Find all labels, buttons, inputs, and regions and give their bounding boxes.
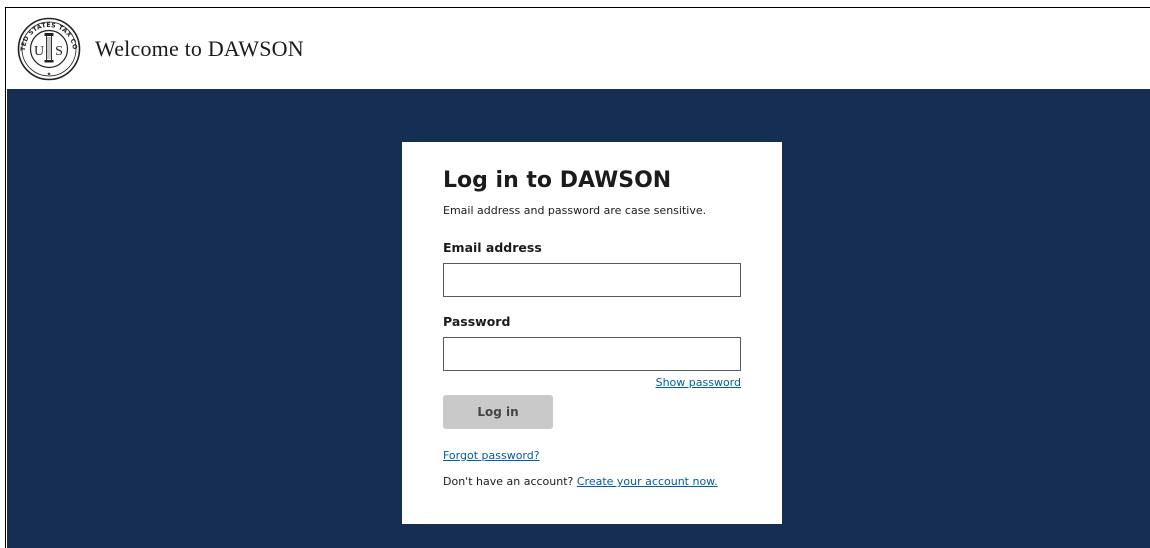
show-password-link[interactable]: Show password: [656, 376, 741, 389]
app-window: UNITED STATES TAX COURT U S ★ Welcome to…: [5, 7, 1150, 548]
login-heading: Log in to DAWSON: [443, 168, 672, 193]
signup-row: Don't have an account? Create your accou…: [443, 475, 741, 488]
app-title: Welcome to DAWSON: [95, 36, 304, 61]
login-page-background: Log in to DAWSON Email address and passw…: [7, 89, 1150, 548]
login-card: Log in to DAWSON Email address and passw…: [402, 142, 782, 524]
create-account-link[interactable]: Create your account now.: [577, 475, 718, 488]
email-label: Email address: [443, 240, 542, 255]
svg-text:★: ★: [47, 72, 52, 78]
site-header: UNITED STATES TAX COURT U S ★ Welcome to…: [7, 9, 1150, 89]
svg-text:U: U: [34, 44, 44, 59]
signup-prompt: Don't have an account?: [443, 475, 574, 488]
login-button[interactable]: Log in: [443, 395, 553, 429]
password-field[interactable]: [443, 337, 741, 371]
forgot-password-link[interactable]: Forgot password?: [443, 449, 540, 462]
forgot-password-row: Forgot password?: [443, 448, 741, 463]
show-password-row: Show password: [443, 375, 741, 389]
case-sensitive-hint: Email address and password are case sens…: [443, 204, 707, 217]
email-field[interactable]: [443, 263, 741, 297]
tax-court-seal-logo: UNITED STATES TAX COURT U S ★: [17, 17, 81, 81]
svg-text:S: S: [55, 44, 63, 59]
password-label: Password: [443, 314, 511, 329]
